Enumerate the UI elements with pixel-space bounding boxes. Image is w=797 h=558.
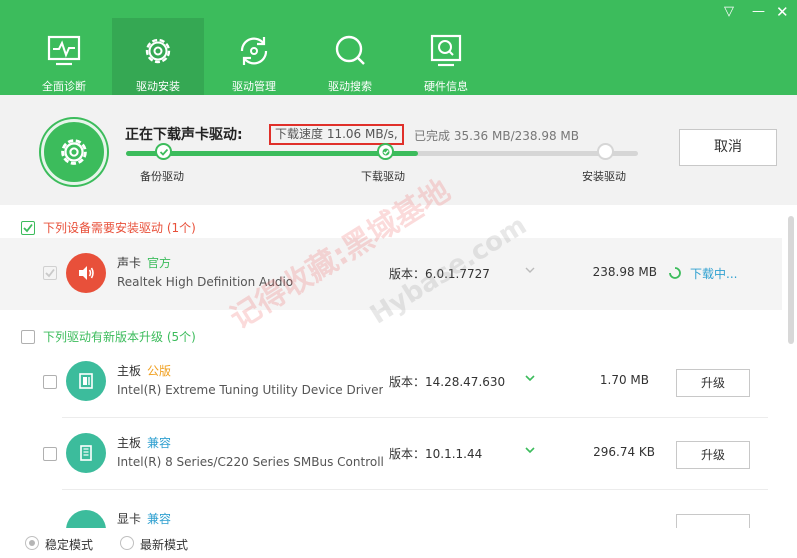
step-backup-dot (155, 143, 172, 160)
device-category-text: 显卡 (117, 512, 142, 526)
top-nav-bar: ▽ — ✕ 全面诊断 驱动安装 驱动管理 驱动搜索 硬件信息 (0, 0, 797, 95)
tab-hardware-info[interactable]: 硬件信息 (400, 18, 492, 95)
latest-mode-radio[interactable] (120, 536, 134, 550)
diagnosis-monitor-icon (47, 35, 81, 66)
chevron-down-icon[interactable] (524, 444, 536, 456)
gear-icon (145, 38, 171, 64)
scrollbar-thumb[interactable] (788, 216, 794, 344)
close-icon[interactable]: ✕ (776, 4, 789, 20)
driver-install-badge (41, 119, 107, 185)
check-icon (23, 223, 33, 233)
upgrade-button[interactable]: 升级 (676, 441, 750, 469)
device-category-text: 主板 (117, 364, 142, 378)
step-label: 下载驱动 (361, 170, 405, 183)
loading-spinner-icon (669, 267, 681, 279)
tab-driver-install[interactable]: 驱动安装 (112, 18, 204, 95)
device-description: Realtek High Definition Audio (117, 275, 294, 289)
tab-driver-search[interactable]: 驱动搜索 (304, 18, 396, 95)
upgrade-button[interactable] (676, 514, 750, 528)
list-item: 声卡 官方 Realtek High Definition Audio 版本：6.… (0, 238, 782, 310)
minimize-icon[interactable]: — (752, 4, 765, 20)
stable-mode-radio[interactable] (25, 536, 39, 550)
step-label: 备份驱动 (140, 170, 184, 183)
device-category-text: 声卡 (117, 256, 142, 270)
device-category-text: 主板 (117, 436, 142, 450)
driver-tag: 公版 (147, 364, 172, 378)
upgrade-section-checkbox[interactable] (21, 330, 35, 344)
hardware-info-icon (430, 34, 462, 67)
tab-driver-manage[interactable]: 驱动管理 (208, 18, 300, 95)
driver-size: 1.70 MB (599, 373, 649, 387)
device-category: 声卡 官方 (117, 254, 171, 271)
driver-version: 版本：14.28.47.630 (389, 375, 506, 389)
download-progress-panel: 正在下载声卡驱动: 下载速度 11.06 MB/s, 已完成 35.36 MB/… (0, 95, 797, 205)
driver-tag: 兼容 (147, 436, 172, 450)
dropdown-menu-icon[interactable]: ▽ (724, 4, 734, 20)
tab-label: 全面诊断 (42, 80, 86, 93)
device-category: 显卡 兼容 (117, 510, 171, 527)
chevron-down-icon[interactable] (524, 372, 536, 384)
driver-size: 238.98 MB (592, 265, 657, 279)
mode-footer: 稳定模式 最新模式 (0, 528, 797, 558)
row-checkbox[interactable] (43, 375, 57, 389)
step-install-dot (597, 143, 614, 160)
gear-icon (61, 139, 87, 165)
chevron-down-icon[interactable] (524, 264, 536, 276)
tab-label: 硬件信息 (424, 80, 468, 93)
list-item: 显卡 兼容 (0, 490, 782, 528)
cancel-button[interactable]: 取消 (679, 129, 777, 166)
tab-label: 驱动搜索 (328, 80, 372, 93)
device-description: Intel(R) Extreme Tuning Utility Device D… (117, 383, 383, 397)
upgrade-button[interactable]: 升级 (676, 369, 750, 397)
download-completed: 已完成 35.36 MB/238.98 MB (414, 129, 580, 143)
driver-size: 296.74 KB (593, 445, 655, 459)
list-item: 主板 公版 Intel(R) Extreme Tuning Utility Dev… (0, 346, 782, 418)
loading-icon (382, 148, 390, 156)
download-title: 正在下载声卡驱动: (125, 127, 243, 143)
check-icon (45, 268, 55, 278)
row-checkbox[interactable] (43, 266, 57, 280)
driver-tag: 兼容 (147, 512, 172, 526)
download-speed: 下载速度 11.06 MB/s, (269, 124, 404, 145)
download-status-link[interactable]: 下载中... (690, 265, 737, 282)
driver-tag: 官方 (147, 256, 172, 270)
list-item: 主板 兼容 Intel(R) 8 Series/C220 Series SMBus… (0, 418, 782, 490)
device-category: 主板 公版 (117, 362, 171, 379)
search-icon (335, 35, 365, 65)
install-section-checkbox[interactable] (21, 221, 35, 235)
driver-version: 版本：6.0.1.7727 (389, 267, 490, 281)
tab-label: 驱动安装 (136, 80, 180, 93)
check-icon (159, 148, 169, 156)
step-label: 安装驱动 (582, 170, 626, 183)
motherboard-icon (66, 361, 106, 401)
display-card-icon (66, 510, 106, 528)
speaker-icon (66, 253, 106, 293)
chip-icon (66, 433, 106, 473)
driver-version: 版本：10.1.1.44 (389, 447, 483, 461)
tab-label: 驱动管理 (232, 80, 276, 93)
stable-mode-label: 稳定模式 (45, 538, 94, 552)
step-download-dot (377, 143, 394, 160)
device-description: Intel(R) 8 Series/C220 Series SMBus Cont… (117, 455, 383, 469)
device-category: 主板 兼容 (117, 434, 171, 451)
tab-full-diagnosis[interactable]: 全面诊断 (18, 18, 110, 95)
row-checkbox[interactable] (43, 447, 57, 461)
manage-refresh-icon (240, 37, 268, 65)
latest-mode-label: 最新模式 (140, 538, 189, 552)
